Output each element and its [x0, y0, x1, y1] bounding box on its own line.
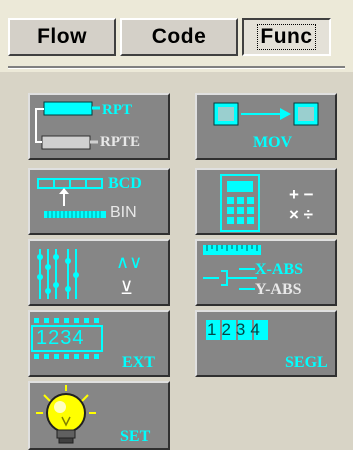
tab-flow-label: Flow [37, 25, 87, 48]
repeat-icon [35, 101, 100, 150]
function-panel: RPT RPTE MOV BCD BIN + − × ÷ ∧∨ ⊻ X-ABS … [0, 72, 353, 450]
calculator-icon [220, 174, 260, 232]
tab-code-label: Code [151, 25, 207, 48]
segl-label: SEGL [285, 354, 328, 371]
tab-bar: Flow Code Func [8, 18, 331, 58]
segl-digits: 1234 [207, 320, 265, 339]
times-div-label: × ÷ [289, 205, 313, 224]
set-button[interactable]: SET [28, 381, 170, 450]
logic-button[interactable]: ∧∨ ⊻ [28, 239, 170, 306]
ext-digits: 1234 [36, 327, 85, 349]
divider [8, 66, 345, 69]
plus-minus-label: + − [289, 185, 314, 204]
bcd-label: BCD [108, 175, 142, 192]
y-abs-label: Y-ABS [255, 281, 302, 298]
mov-button[interactable]: MOV [195, 93, 337, 160]
bcd-bin-icon [37, 178, 106, 218]
rpt-label: RPT [102, 102, 132, 118]
rpt-button[interactable]: RPT RPTE [28, 93, 170, 160]
tab-func-label: Func [257, 24, 316, 50]
bcd-button[interactable]: BCD BIN [28, 168, 170, 235]
rpte-label: RPTE [100, 134, 141, 150]
tab-func[interactable]: Func [242, 18, 331, 56]
math-button[interactable]: + − × ÷ [195, 168, 337, 235]
xor-label: ⊻ [120, 278, 134, 298]
ext-button[interactable]: 1234 EXT [28, 310, 170, 377]
segl-button[interactable]: 1234 SEGL [195, 310, 337, 377]
mov-label: MOV [253, 134, 293, 151]
tab-code[interactable]: Code [120, 18, 238, 56]
and-or-label: ∧∨ [116, 252, 143, 272]
tab-flow[interactable]: Flow [8, 18, 116, 56]
x-abs-label: X-ABS [255, 261, 304, 278]
abs-button[interactable]: X-ABS Y-ABS [195, 239, 337, 306]
bin-label: BIN [110, 204, 137, 221]
set-label: SET [120, 428, 151, 445]
logic-bits-icon [37, 249, 79, 299]
ext-label: EXT [122, 354, 155, 371]
